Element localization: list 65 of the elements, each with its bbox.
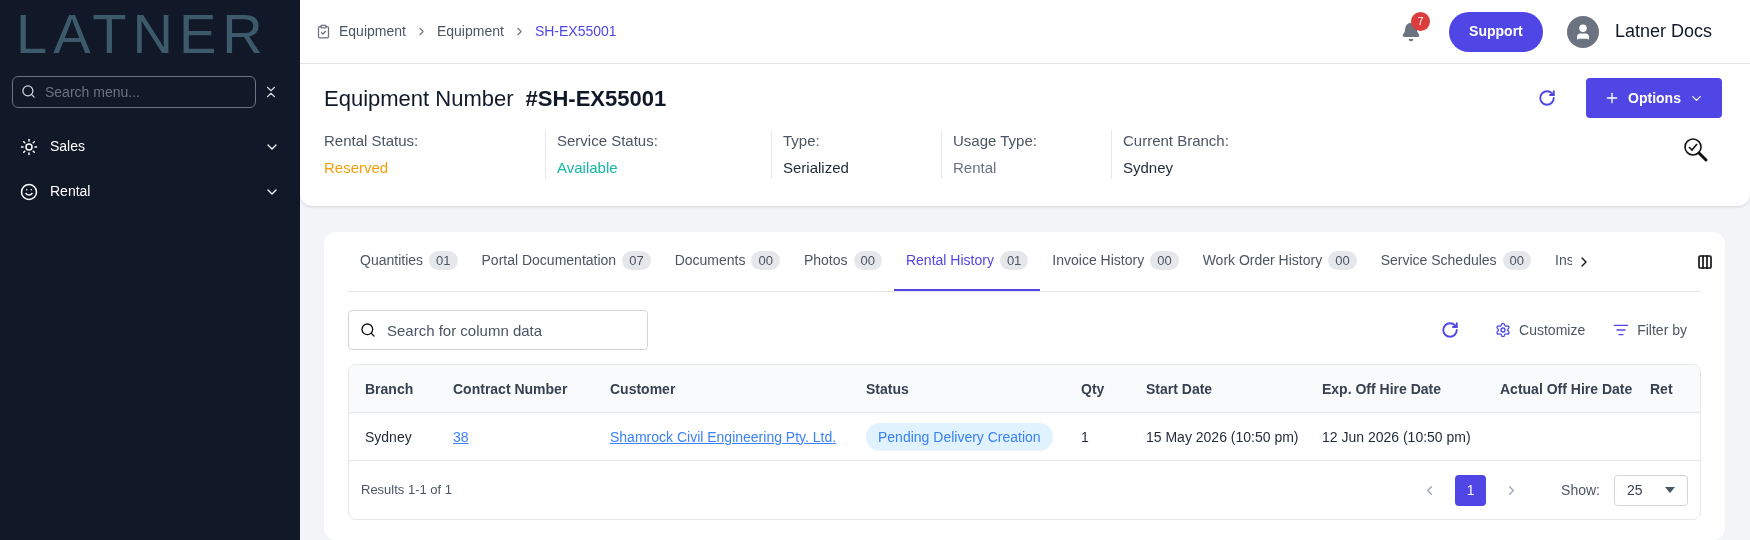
field-value: Serialized — [783, 157, 850, 178]
gear-icon — [1495, 322, 1512, 338]
tab[interactable]: Invoice History 00 — [1040, 232, 1191, 291]
equipment-label: Equipment Number — [324, 84, 514, 113]
page-button[interactable]: 1 — [1455, 474, 1487, 506]
tab[interactable]: Quantities 01 — [348, 232, 470, 291]
tab[interactable]: Work Order History 00 — [1190, 232, 1369, 291]
sidebar-item[interactable]: Sales — [12, 124, 288, 169]
field-label: Service Status: — [557, 131, 659, 151]
page-size-select[interactable]: 25 — [1614, 474, 1688, 506]
breadcrumb-link[interactable]: Equipment — [436, 21, 504, 42]
table-cell: 1 — [1081, 428, 1089, 445]
column-header: Exp. Off Hire Date — [1322, 380, 1442, 397]
breadcrumb-link[interactable]: SH-EX55001 — [534, 21, 617, 42]
options-button[interactable]: Options — [1586, 78, 1722, 118]
filter-button[interactable]: Filter by — [1613, 319, 1687, 341]
field-label: Type: — [783, 131, 821, 151]
search-check-icon[interactable] — [1682, 136, 1710, 164]
filter-icon — [1613, 322, 1630, 338]
table-cell: Sydney — [365, 428, 412, 445]
field-label: Usage Type: — [953, 131, 1038, 151]
table-link[interactable]: Shamrock Civil Engineering Pty. Ltd. — [610, 428, 837, 445]
column-header: Contract Number — [453, 380, 568, 397]
clipboard-icon — [316, 24, 331, 39]
column-header: Branch — [365, 380, 414, 397]
field-value: Rental — [953, 157, 998, 178]
search-icon — [360, 322, 376, 338]
customize-button[interactable]: Customize — [1495, 319, 1586, 341]
refresh-icon[interactable] — [1441, 321, 1460, 339]
notification-count: 7 — [1410, 11, 1430, 31]
equipment-number: #SH-EX55001 — [525, 84, 667, 113]
refresh-icon[interactable] — [1538, 89, 1556, 107]
tab[interactable]: Rental History 01 — [893, 232, 1041, 291]
search-icon — [21, 84, 36, 99]
sidebar-item[interactable]: Rental — [12, 169, 288, 214]
caret-icon — [1665, 487, 1675, 493]
column-search-field[interactable]: Search for column data — [348, 310, 648, 350]
column-header: Start Date — [1146, 380, 1213, 397]
tab[interactable]: Portal Documentation 07 — [469, 232, 663, 291]
field-value: Available — [557, 157, 619, 178]
user-name: Latner Docs — [1614, 20, 1712, 43]
breadcrumb-link[interactable]: Equipment — [339, 21, 406, 42]
column-header: Actual Off Hire Date — [1500, 380, 1633, 397]
column-header: Status — [866, 380, 909, 397]
field-value: Sydney — [1123, 157, 1175, 178]
logo: LATNER — [16, 6, 269, 62]
search-field[interactable]: Search menu... — [12, 76, 256, 108]
column-header: Ret — [1650, 380, 1673, 397]
status-badge: Pending Delivery Creation — [866, 422, 1053, 451]
column-header: Customer — [610, 380, 676, 397]
table-cell: 15 May 2026 (10:50 pm) — [1146, 428, 1299, 445]
tab[interactable]: Service Schedules 00 — [1368, 232, 1544, 291]
field-label: Current Branch: — [1123, 131, 1230, 151]
field-label: Rental Status: — [324, 131, 420, 151]
tab[interactable]: Photos 00 — [791, 232, 894, 291]
show-label: Show: — [1561, 480, 1600, 500]
column-header: Qty — [1081, 380, 1105, 397]
avatar-icon[interactable] — [1566, 15, 1599, 48]
support-button[interactable]: Support — [1448, 11, 1543, 52]
field-value: Reserved — [324, 157, 390, 178]
table-link[interactable]: 38 — [453, 428, 469, 445]
columns-icon[interactable] — [1697, 253, 1713, 270]
tab[interactable]: Documents 00 — [662, 232, 792, 291]
table-cell: 12 Jun 2026 (10:50 pm) — [1322, 428, 1471, 445]
results-count: Results 1-1 of 1 — [361, 481, 453, 500]
